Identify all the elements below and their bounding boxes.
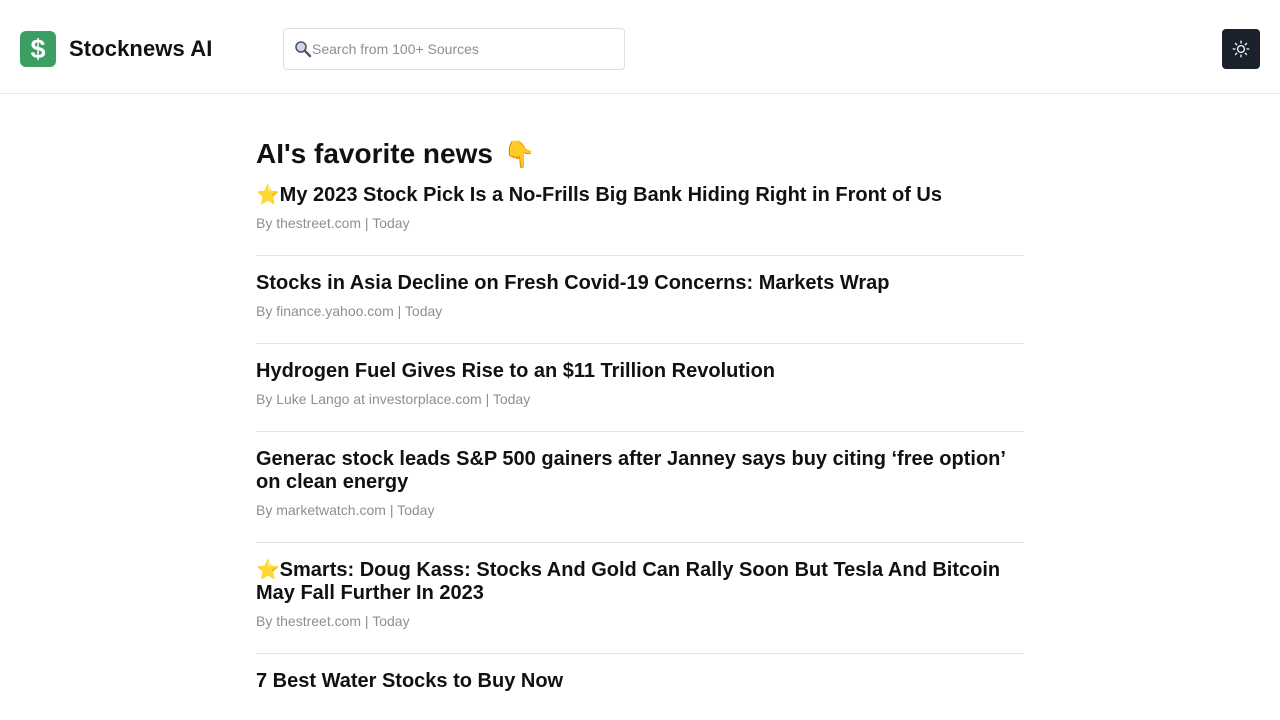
news-item: 7 Best Water Stocks to Buy Now [256,654,1024,717]
news-title-text: My 2023 Stock Pick Is a No-Frills Big Ba… [279,184,942,206]
news-title-text: 7 Best Water Stocks to Buy Now [256,670,564,692]
news-title-text: Generac stock leads S&P 500 gainers afte… [256,448,1005,493]
search-input[interactable] [312,29,612,69]
news-title-link[interactable]: Stocks in Asia Decline on Fresh Covid-19… [256,272,1024,295]
news-item: ⭐Smarts: Doug Kass: Stocks And Gold Can … [256,543,1024,654]
news-title-link[interactable]: ⭐My 2023 Stock Pick Is a No-Frills Big B… [256,184,1024,207]
main-content: AI's favorite news 👇 ⭐My 2023 Stock Pick… [256,94,1024,717]
news-title-link[interactable]: Generac stock leads S&P 500 gainers afte… [256,448,1024,494]
dollar-logo-icon[interactable]: $ [20,31,56,67]
news-item: Generac stock leads S&P 500 gainers afte… [256,432,1024,543]
search-box[interactable] [283,28,625,70]
news-meta: By Luke Lango at investorplace.com | Tod… [256,391,531,407]
section-title: AI's favorite news [256,138,493,169]
star-icon: ⭐ [256,185,280,206]
news-meta: By thestreet.com | Today [256,215,410,231]
news-title-link[interactable]: ⭐Smarts: Doug Kass: Stocks And Gold Can … [256,559,1024,605]
news-title-text: Smarts: Doug Kass: Stocks And Gold Can R… [256,559,1001,604]
pointing-down-icon: 👇 [502,138,536,169]
news-item: Stocks in Asia Decline on Fresh Covid-19… [256,256,1024,344]
news-meta: By marketwatch.com | Today [256,502,435,518]
news-item: Hydrogen Fuel Gives Rise to an $11 Trill… [256,344,1024,432]
news-title-link[interactable]: 7 Best Water Stocks to Buy Now [256,670,1024,693]
top-header: $ Stocknews AI [0,0,1280,94]
news-meta: By thestreet.com | Today [256,613,410,629]
app-title[interactable]: Stocknews AI [69,36,212,62]
section-heading: AI's favorite news 👇 [256,138,1024,170]
news-title-link[interactable]: Hydrogen Fuel Gives Rise to an $11 Trill… [256,360,1024,383]
news-title-text: Stocks in Asia Decline on Fresh Covid-19… [256,272,890,294]
search-icon [294,40,312,58]
theme-toggle-button[interactable] [1222,29,1260,69]
news-item: ⭐My 2023 Stock Pick Is a No-Frills Big B… [256,184,1024,256]
news-title-text: Hydrogen Fuel Gives Rise to an $11 Trill… [256,360,776,382]
sun-icon [1232,40,1250,58]
news-meta: By finance.yahoo.com | Today [256,303,443,319]
news-list: ⭐My 2023 Stock Pick Is a No-Frills Big B… [256,184,1024,717]
star-icon: ⭐ [256,560,280,581]
